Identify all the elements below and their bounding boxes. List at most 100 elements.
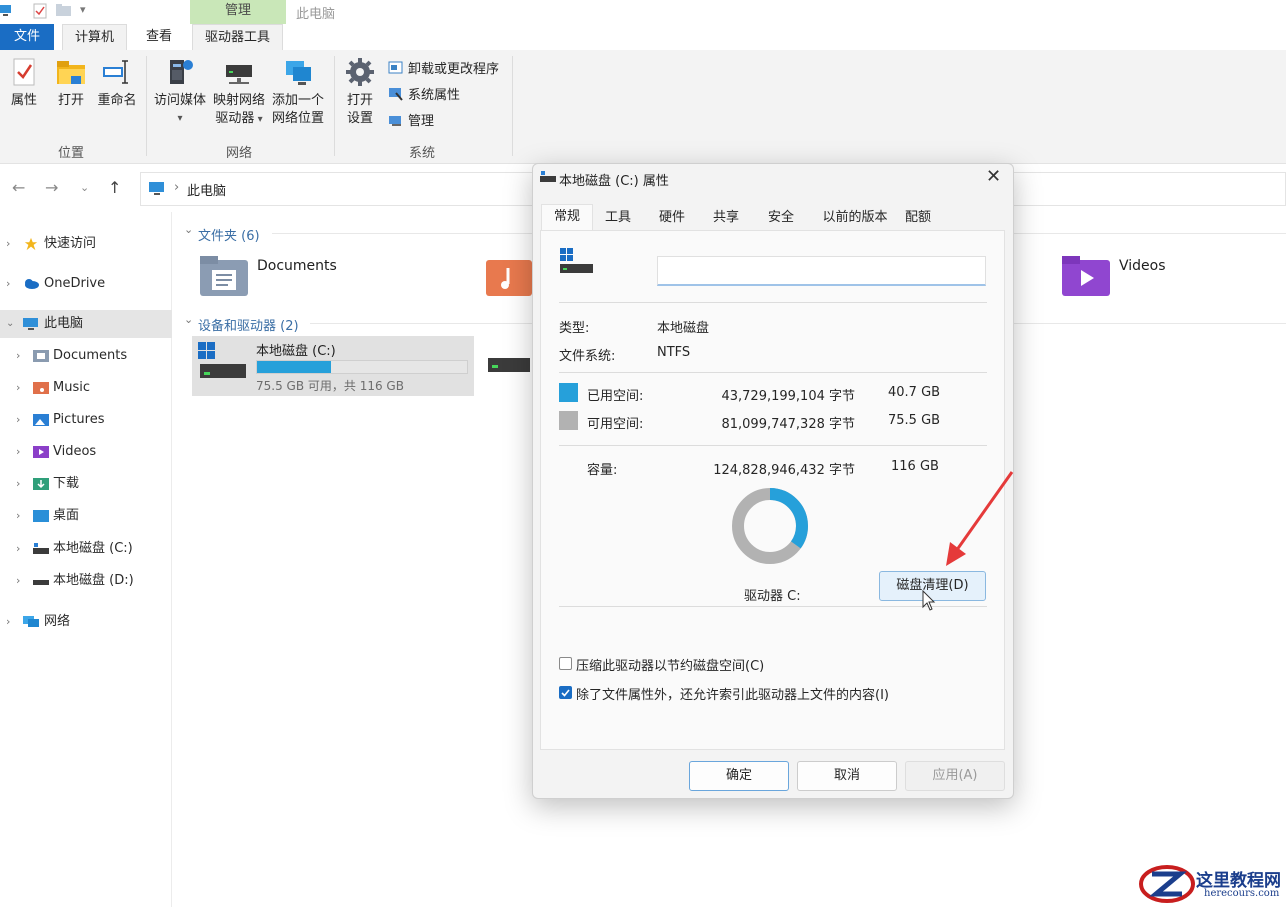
- divider: [559, 445, 987, 446]
- folders-section-title[interactable]: 文件夹 (6): [198, 225, 260, 244]
- tab-previous-versions[interactable]: 以前的版本: [815, 206, 895, 230]
- drive-usage-fill: [257, 361, 331, 373]
- free-space-swatch: [559, 411, 578, 430]
- open-button[interactable]: 打开: [52, 56, 90, 110]
- music-folder-icon: [486, 260, 532, 296]
- filesystem-label: 文件系统:: [559, 349, 616, 364]
- drive-name: 本地磁盘 (C:): [256, 344, 336, 359]
- sidebar-item-desktop[interactable]: › 桌面: [0, 502, 172, 530]
- up-icon[interactable]: ↑: [108, 178, 121, 197]
- properties-label: 属性: [10, 93, 37, 108]
- tab-file[interactable]: 文件: [0, 24, 54, 50]
- sidebar-item-drive-c[interactable]: › 本地磁盘 (C:): [0, 535, 172, 563]
- tab-computer[interactable]: 计算机: [62, 24, 128, 50]
- sidebar-item-label: Videos: [53, 444, 97, 459]
- free-space-label: 可用空间:: [587, 417, 644, 432]
- sidebar-item-onedrive[interactable]: › OneDrive: [0, 270, 172, 298]
- sidebar-item-this-pc[interactable]: ⌄ 此电脑: [0, 310, 172, 338]
- tab-security[interactable]: 安全: [760, 206, 802, 230]
- compress-checkbox[interactable]: [559, 657, 572, 670]
- drive-d-tile[interactable]: [486, 350, 532, 380]
- sidebar-item-network[interactable]: › 网络: [0, 608, 172, 636]
- sidebar-item-label: 桌面: [53, 508, 80, 523]
- tab-hardware[interactable]: 硬件: [652, 206, 692, 230]
- chevron-down-icon[interactable]: ⌄: [184, 313, 193, 326]
- chevron-down-icon: ⌄: [6, 318, 15, 329]
- forward-icon[interactable]: →: [45, 178, 58, 197]
- uninstall-icon: [388, 61, 403, 74]
- folder-videos[interactable]: Videos: [1060, 252, 1260, 300]
- window-title: 此电脑: [296, 7, 336, 22]
- tab-view[interactable]: 查看: [134, 24, 184, 50]
- map-network-drive-label-1: 映射网络: [212, 93, 265, 108]
- quick-access-dropdown[interactable]: ▾: [80, 3, 86, 16]
- sidebar-item-pictures[interactable]: › Pictures: [0, 406, 172, 434]
- access-media-dropdown-icon: ▾: [177, 113, 183, 124]
- volume-label-input[interactable]: [657, 256, 986, 286]
- recent-locations-icon[interactable]: ⌄: [80, 181, 89, 194]
- open-settings-button[interactable]: 打开 设置: [340, 56, 380, 128]
- computer-icon: [23, 318, 38, 330]
- sidebar-item-music[interactable]: › Music: [0, 374, 172, 402]
- folder-quick-icon[interactable]: [56, 4, 72, 17]
- desktop-icon: [33, 510, 49, 522]
- sidebar-item-label: 下载: [53, 476, 80, 491]
- cancel-button[interactable]: 取消: [797, 761, 897, 791]
- close-icon[interactable]: ✕: [986, 166, 1001, 187]
- tab-sharing[interactable]: 共享: [705, 206, 747, 230]
- drive-space: 75.5 GB 可用，共 116 GB: [256, 379, 404, 393]
- sidebar-item-label: Music: [53, 380, 90, 395]
- sidebar-item-downloads[interactable]: › 下载: [0, 470, 172, 498]
- tab-general[interactable]: 常规: [541, 204, 593, 230]
- index-checkbox[interactable]: [559, 686, 572, 699]
- properties-icon: [13, 58, 35, 86]
- used-space-label: 已用空间:: [587, 389, 644, 404]
- cloud-icon: [25, 279, 39, 289]
- properties-button[interactable]: 属性: [6, 56, 42, 110]
- tab-quota[interactable]: 配额: [898, 206, 938, 230]
- rename-button[interactable]: 重命名: [96, 56, 138, 110]
- sidebar-item-videos[interactable]: › Videos: [0, 438, 172, 466]
- access-media-button[interactable]: 访问媒体 ▾: [152, 56, 208, 128]
- tab-tools[interactable]: 工具: [597, 206, 639, 230]
- properties-quick-icon[interactable]: [33, 3, 47, 19]
- disk-usage-donut: [732, 488, 808, 564]
- apply-button[interactable]: 应用(A): [905, 761, 1005, 791]
- folder-documents[interactable]: Documents: [196, 252, 446, 300]
- sidebar-item-documents[interactable]: › Documents: [0, 342, 172, 370]
- ok-button[interactable]: 确定: [689, 761, 789, 791]
- sidebar-item-drive-d[interactable]: › 本地磁盘 (D:): [0, 567, 172, 595]
- manage-command[interactable]: 管理: [388, 112, 434, 132]
- tab-drive-tools[interactable]: 驱动器工具: [192, 24, 284, 50]
- breadcrumb-separator: ›: [174, 180, 180, 195]
- map-network-drive-button[interactable]: 映射网络 驱动器 ▾: [210, 56, 268, 129]
- system-properties-command[interactable]: 系统属性: [388, 86, 460, 106]
- ribbon-divider: [512, 56, 513, 156]
- annotation-arrow-icon: [946, 471, 1014, 566]
- chevron-right-icon: ›: [16, 477, 21, 490]
- add-network-location-button[interactable]: 添加一个 网络位置: [268, 56, 328, 128]
- site-logo-icon: [1139, 865, 1195, 903]
- sidebar-item-quick-access[interactable]: › 快速访问: [0, 230, 172, 258]
- uninstall-program-command[interactable]: 卸载或更改程序: [388, 60, 499, 80]
- sidebar-item-label: Documents: [53, 348, 128, 363]
- breadcrumb-this-pc[interactable]: 此电脑: [187, 180, 226, 199]
- pictures-icon: [33, 414, 49, 426]
- chevron-right-icon: ›: [6, 237, 11, 250]
- divider: [559, 372, 987, 373]
- sidebar-item-label: 快速访问: [44, 236, 97, 251]
- back-icon[interactable]: ←: [12, 178, 25, 197]
- chevron-right-icon: ›: [6, 615, 11, 628]
- documents-icon: [33, 350, 49, 362]
- drive-c-tile[interactable]: 本地磁盘 (C:) 75.5 GB 可用，共 116 GB: [192, 336, 474, 396]
- drive-c-icon: [198, 342, 246, 378]
- sidebar-item-label: Pictures: [53, 412, 105, 427]
- compress-label: 压缩此驱动器以节约磁盘空间(C): [576, 659, 765, 674]
- folder-music[interactable]: [486, 256, 532, 296]
- rename-label: 重命名: [97, 93, 137, 108]
- capacity-bytes: 124,828,946,432 字节: [713, 463, 855, 478]
- divider: [559, 302, 987, 303]
- devices-section-title[interactable]: 设备和驱动器 (2): [198, 315, 299, 334]
- context-tab-manage[interactable]: 管理: [190, 0, 286, 24]
- chevron-down-icon[interactable]: ⌄: [184, 223, 193, 236]
